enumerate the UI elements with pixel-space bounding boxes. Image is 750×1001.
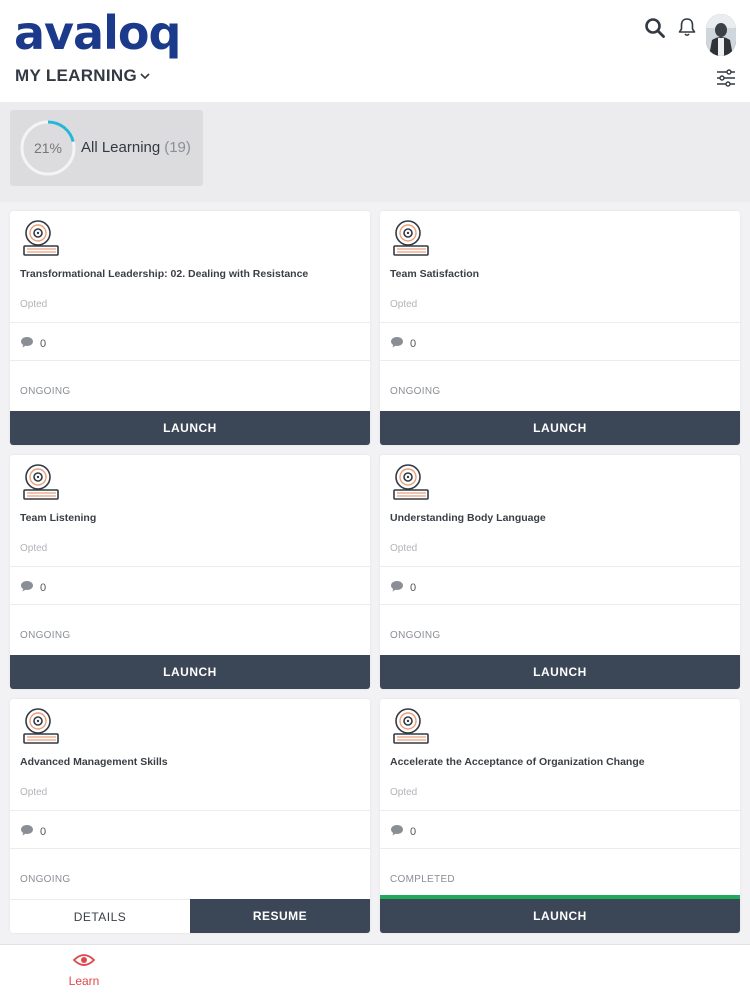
course-disc-book-icon (390, 707, 430, 752)
launch-button[interactable]: LAUNCH (10, 411, 370, 445)
comment-count: 0 (40, 581, 47, 594)
search-icon[interactable] (644, 17, 666, 44)
comment-bubble-icon (20, 336, 34, 351)
summary-label: All Learning (81, 139, 161, 156)
comment-bubble-icon (390, 336, 404, 351)
opted-label: Opted (20, 787, 48, 798)
divider (10, 566, 370, 567)
course-card[interactable]: Advanced Management Skills Opted 0 ONGOING D… (10, 699, 370, 933)
status-label: ONGOING (20, 874, 71, 885)
comments-button[interactable]: 0 (20, 336, 46, 351)
eye-icon (72, 954, 96, 971)
comment-bubble-icon (20, 824, 34, 839)
course-disc-book-icon (390, 219, 430, 264)
app-header: avaloq MY LEARNING (0, 0, 750, 102)
course-title[interactable]: Team Listening (20, 512, 360, 524)
nav-learn-tab[interactable]: Learn (62, 953, 106, 988)
filter-sliders-icon[interactable] (716, 68, 736, 93)
comment-count: 0 (40, 337, 47, 350)
opted-label: Opted (20, 299, 48, 310)
summary-label-row: All Learning (19) (81, 139, 191, 156)
course-card[interactable]: Transformational Leadership: 02. Dealing… (10, 211, 370, 445)
divider (10, 604, 370, 605)
divider (380, 566, 740, 567)
divider (10, 848, 370, 849)
divider (380, 322, 740, 323)
divider (380, 360, 740, 361)
comment-bubble-icon (390, 580, 404, 595)
divider (10, 322, 370, 323)
course-disc-book-icon (20, 463, 60, 508)
summary-count: (19) (164, 139, 191, 156)
comment-count: 0 (410, 825, 417, 838)
avaloq-logo: avaloq (14, 6, 181, 60)
launch-button[interactable]: LAUNCH (380, 411, 740, 445)
launch-button[interactable]: LAUNCH (380, 899, 740, 933)
divider (10, 810, 370, 811)
comments-button[interactable]: 0 (20, 580, 46, 595)
avatar[interactable] (706, 14, 736, 56)
details-button[interactable]: DETAILS (10, 899, 190, 933)
divider (380, 848, 740, 849)
status-label: ONGOING (20, 630, 71, 641)
comments-button[interactable]: 0 (390, 336, 416, 351)
course-disc-book-icon (20, 707, 60, 752)
course-disc-book-icon (390, 463, 430, 508)
resume-button[interactable]: RESUME (190, 899, 370, 933)
nav-learn-label: Learn (68, 974, 100, 988)
divider (380, 810, 740, 811)
comment-bubble-icon (20, 580, 34, 595)
course-card[interactable]: Understanding Body Language Opted 0 ONGOING… (380, 455, 740, 689)
comments-button[interactable]: 0 (20, 824, 46, 839)
opted-label: Opted (390, 543, 418, 554)
all-learning-summary[interactable]: 21% All Learning (19) (10, 110, 203, 186)
opted-label: Opted (20, 543, 48, 554)
course-card[interactable]: Team Listening Opted 0 ONGOING LAUNCH (10, 455, 370, 689)
launch-button[interactable]: LAUNCH (10, 655, 370, 689)
chevron-down-icon (139, 66, 151, 86)
opted-label: Opted (390, 787, 418, 798)
my-learning-dropdown[interactable]: MY LEARNING (15, 66, 151, 86)
status-label: COMPLETED (390, 874, 455, 885)
progress-percent: 21% (33, 140, 63, 156)
comment-count: 0 (410, 581, 417, 594)
course-card[interactable]: Accelerate the Acceptance of Organizatio… (380, 699, 740, 933)
course-title[interactable]: Understanding Body Language (390, 512, 730, 524)
course-disc-book-icon (20, 219, 60, 264)
divider (380, 604, 740, 605)
course-card[interactable]: Team Satisfaction Opted 0 ONGOING LAUNCH (380, 211, 740, 445)
status-label: ONGOING (390, 630, 441, 641)
bottom-nav: Learn (0, 944, 750, 1001)
comment-bubble-icon (390, 824, 404, 839)
launch-button[interactable]: LAUNCH (380, 655, 740, 689)
course-title[interactable]: Accelerate the Acceptance of Organizatio… (390, 756, 730, 768)
course-title[interactable]: Advanced Management Skills (20, 756, 360, 768)
bell-icon[interactable] (676, 16, 698, 43)
page-title: MY LEARNING (15, 66, 137, 85)
comments-button[interactable]: 0 (390, 580, 416, 595)
course-title[interactable]: Transformational Leadership: 02. Dealing… (20, 268, 360, 280)
comment-count: 0 (40, 825, 47, 838)
divider (10, 360, 370, 361)
opted-label: Opted (390, 299, 418, 310)
comments-button[interactable]: 0 (390, 824, 416, 839)
status-label: ONGOING (390, 386, 441, 397)
status-label: ONGOING (20, 386, 71, 397)
comment-count: 0 (410, 337, 417, 350)
course-title[interactable]: Team Satisfaction (390, 268, 730, 280)
